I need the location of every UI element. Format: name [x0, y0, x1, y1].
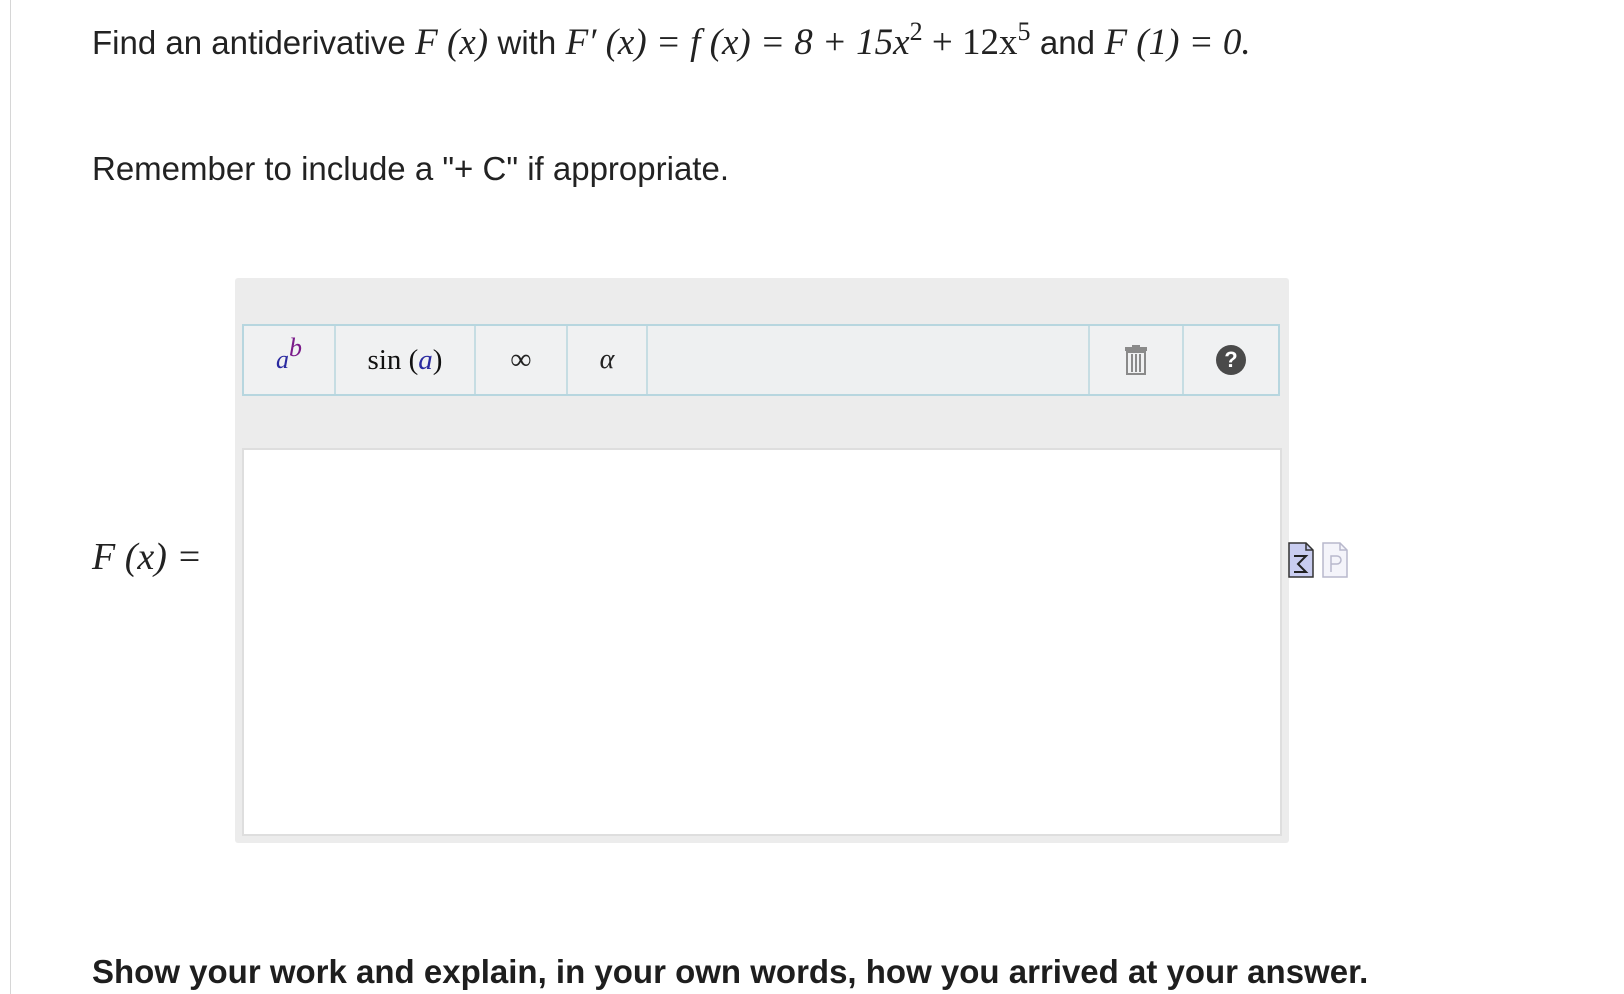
sin-close: ): [432, 343, 443, 376]
infinity-button[interactable]: ∞: [476, 326, 568, 394]
math-editor: ab sin (a) ∞ α ?: [235, 278, 1289, 843]
answer-label: F (x) =: [92, 536, 203, 578]
sin-argument: a: [418, 343, 433, 376]
sin-button[interactable]: sin (a): [336, 326, 476, 394]
question-fx: F (x): [415, 22, 489, 63]
question-exp1: 2: [909, 17, 923, 46]
infinity-symbol: ∞: [510, 343, 532, 376]
question-derivative: F′ (x) = f (x) = 8 + 15x2 + 12x5: [565, 19, 1031, 64]
question-term2: + 12x: [922, 22, 1018, 63]
answer-input[interactable]: [242, 448, 1282, 836]
answer-tools: [1288, 542, 1348, 578]
toolbar-spacer: [648, 326, 1090, 394]
power-button[interactable]: ab: [244, 326, 336, 394]
instructions-text: Show your work and explain, in your own …: [92, 953, 1369, 990]
question-exp2: 5: [1017, 17, 1031, 46]
sin-function: sin (: [367, 343, 419, 376]
help-icon: ?: [1216, 345, 1246, 375]
alpha-symbol: α: [599, 344, 615, 375]
power-exponent: b: [289, 333, 302, 362]
reminder-text: Remember to include a "+ C" if appropria…: [92, 150, 729, 187]
preview-icon[interactable]: [1322, 542, 1348, 578]
question-with: with: [497, 24, 557, 61]
editor-toolbar: ab sin (a) ∞ α ?: [242, 324, 1280, 396]
question-text: Find an antiderivative F (x) with F′ (x)…: [92, 18, 1251, 68]
question-and: and: [1039, 24, 1095, 61]
question-find: Find an antiderivative: [92, 24, 406, 61]
trash-icon: [1125, 345, 1147, 375]
question-condition: F (1) = 0.: [1104, 22, 1251, 63]
clear-button[interactable]: [1090, 326, 1184, 394]
question-derivative-expr: F′ (x) = f (x) = 8 + 15x: [565, 22, 910, 63]
greek-letters-button[interactable]: α: [568, 326, 648, 394]
left-border: [10, 0, 11, 994]
equation-editor-icon[interactable]: [1288, 542, 1314, 578]
help-button[interactable]: ?: [1184, 326, 1278, 394]
power-base: a: [276, 345, 289, 374]
